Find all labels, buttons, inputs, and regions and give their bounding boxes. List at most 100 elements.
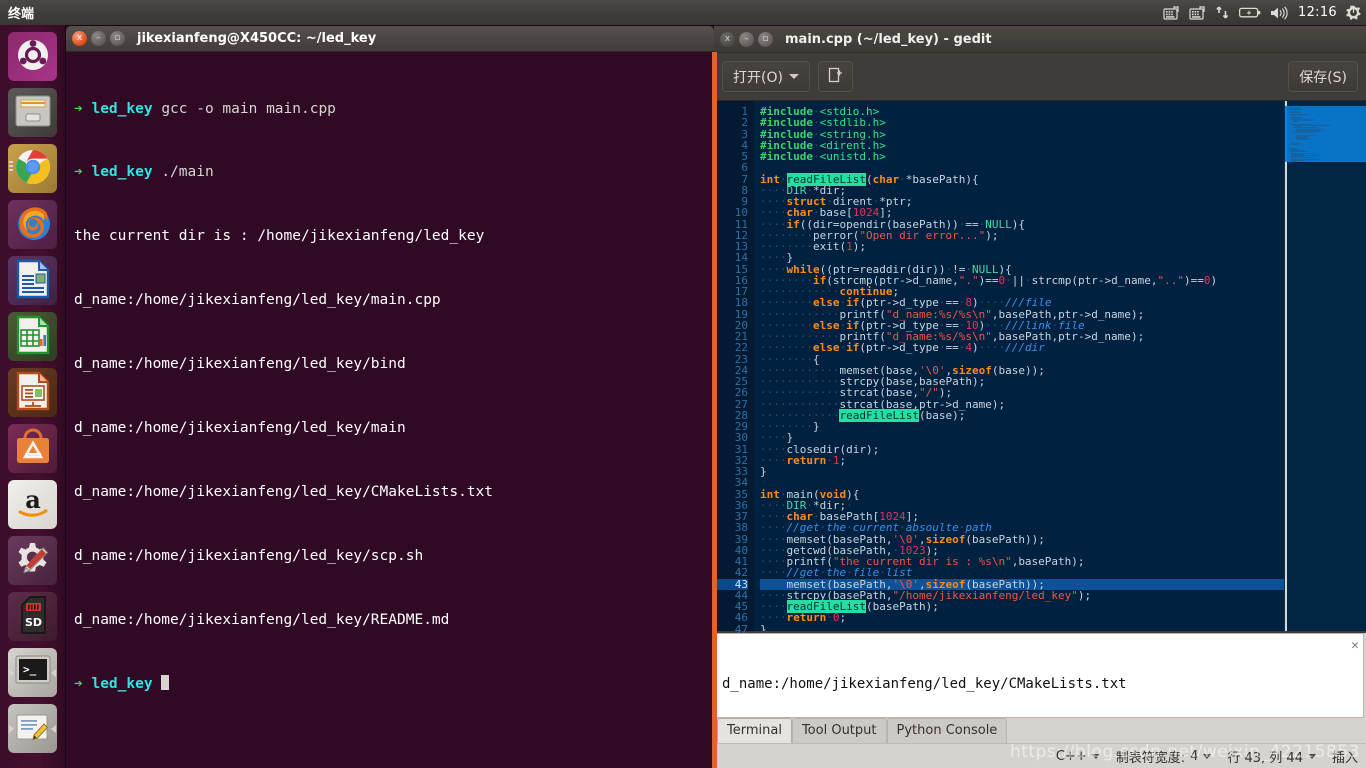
launcher-item-files[interactable] <box>8 88 57 137</box>
panel-app-title[interactable]: 终端 <box>8 3 34 22</box>
new-tab-button[interactable] <box>817 61 853 92</box>
minimap-line <box>1293 132 1316 134</box>
save-button[interactable]: 保存(S) <box>1288 61 1358 92</box>
launcher-item-amazon[interactable]: a <box>8 480 57 529</box>
panel-clock[interactable]: 12:16 <box>1298 5 1337 20</box>
close-icon[interactable]: x <box>72 31 87 46</box>
battery-icon[interactable] <box>1239 6 1261 19</box>
launcher-item-libreoffice-calc[interactable] <box>8 312 57 361</box>
code-line: ····return·1; <box>760 453 847 467</box>
code-line: ····readFileList(basePath); <box>760 600 939 613</box>
save-button-label: 保存(S) <box>1299 69 1347 86</box>
gedit-editor-area[interactable]: 1 2 3 4 5 6 7 8 9 10 11 12 13 14 15 16 17 18 19 20 21 22 23 24 2… <box>714 101 1366 635</box>
terminal-line: d_name:/home/jikexianfeng/led_key/main <box>74 420 406 437</box>
network-icon[interactable] <box>1215 5 1230 20</box>
terminal-icon: >_ <box>14 654 52 692</box>
tab-width-selector[interactable]: 制表符宽度: 4 <box>1116 747 1212 766</box>
running-indicator-pips <box>9 161 13 173</box>
files-icon <box>13 93 53 133</box>
prompt-arrow-icon: ➔ <box>74 675 83 692</box>
maximize-icon[interactable]: ▫ <box>758 31 773 47</box>
gedit-statusbar: C++ 制表符宽度: 4 行 43, 列 44 插入 <box>714 743 1366 768</box>
gear-power-icon[interactable] <box>1346 5 1362 21</box>
system-settings-icon <box>14 540 52 582</box>
line-number: 18 <box>734 296 748 310</box>
open-button[interactable]: 打开(O) <box>722 61 810 92</box>
line-number: 14 <box>734 251 748 265</box>
launcher-item-libreoffice-writer[interactable] <box>8 256 57 305</box>
terminal-output-area[interactable]: ➔ led_key gcc -o main main.cpp ➔ led_key… <box>66 52 714 768</box>
chrome-icon <box>13 147 53 191</box>
maximize-icon[interactable]: ▫ <box>110 31 125 46</box>
line-number: 22 <box>734 341 748 355</box>
insert-mode-indicator: 插入 <box>1331 750 1358 766</box>
launcher-focus-arrow-left <box>9 725 14 733</box>
gedit-window[interactable]: x – ▫ main.cpp (~/led_key) - gedit 打开(O)… <box>712 26 1366 768</box>
line-number: 6 <box>741 161 748 175</box>
code-line: ············readFileList(base); <box>760 408 966 422</box>
code-line: int·readFileList(char·*basePath){ <box>760 172 979 186</box>
launcher-item-sd-card[interactable]: SD <box>8 592 57 641</box>
language-selector[interactable]: C++ <box>1056 749 1100 764</box>
launcher-item-firefox[interactable] <box>8 200 57 249</box>
cursor-position-label: 行 43, 列 44 <box>1227 750 1303 766</box>
launcher-focus-arrow-right <box>51 725 56 733</box>
launcher-item-chrome[interactable] <box>8 144 57 193</box>
close-icon[interactable]: x <box>720 31 735 47</box>
code-line: ····closedir(dir); <box>760 442 880 456</box>
open-button-label: 打开(O) <box>733 69 783 86</box>
terminal-line: d_name:/home/jikexianfeng/led_key/README… <box>74 611 450 628</box>
gedit-bottom-panel: d_name:/home/jikexianfeng/led_key/CMakeL… <box>714 633 1366 768</box>
language-label: C++ <box>1055 748 1087 764</box>
line-number: 46 <box>734 611 748 625</box>
ubuntu-dash-icon <box>13 35 53 79</box>
launcher-item-ubuntu-software[interactable] <box>8 424 57 473</box>
top-panel: 终端 12:16 <box>0 0 1366 25</box>
prompt-arrow-icon: ➔ <box>74 100 83 117</box>
terminal-line: ➔ led_key gcc -o main main.cpp <box>74 99 708 120</box>
line-number: 38 <box>734 521 748 535</box>
launcher-item-terminal[interactable]: >_ <box>8 648 57 697</box>
libreoffice-writer-icon <box>15 259 51 303</box>
code-line: } <box>760 622 767 631</box>
code-editor[interactable]: #include·<stdio.h> #include·<stdlib.h> #in… <box>754 101 1366 631</box>
line-number: 2 <box>741 116 748 130</box>
minimap-scrollbar[interactable] <box>1285 101 1287 631</box>
code-minimap[interactable] <box>1284 101 1366 631</box>
launcher-focus-arrow-left <box>9 669 14 677</box>
close-icon[interactable]: ✕ <box>1351 636 1359 655</box>
minimize-icon[interactable]: – <box>91 31 106 46</box>
gedit-titlebar[interactable]: x – ▫ main.cpp (~/led_key) - gedit <box>714 26 1366 53</box>
launcher-item-libreoffice-impress[interactable] <box>8 368 57 417</box>
keyboard-icon[interactable] <box>1189 5 1206 20</box>
launcher-item-text-editor[interactable] <box>8 704 57 753</box>
terminal-panel-output[interactable]: d_name:/home/jikexianfeng/led_key/CMakeL… <box>716 633 1364 718</box>
tab-tool-output[interactable]: Tool Output <box>791 718 887 743</box>
minimize-icon[interactable]: – <box>739 31 754 47</box>
terminal-line: d_name:/home/jikexianfeng/led_key/main.c… <box>74 292 441 309</box>
prompt-dir: led_key <box>91 100 153 117</box>
launcher-item-ubuntu-dash[interactable] <box>8 32 57 81</box>
minimap-line <box>1293 133 1294 135</box>
terminal-window[interactable]: x – ▫ jikexianfeng@X450CC: ~/led_key ➔ l… <box>66 26 714 768</box>
keyboard-icon[interactable] <box>1163 5 1180 20</box>
chevron-down-icon <box>1203 753 1212 759</box>
terminal-titlebar[interactable]: x – ▫ jikexianfeng@X450CC: ~/led_key <box>66 26 714 52</box>
line-number: 34 <box>734 476 748 490</box>
text-editor-icon <box>14 711 52 747</box>
code-line: ········else·if(ptr->d_type·==·4)····///… <box>760 341 1045 355</box>
svg-text:>_: >_ <box>23 663 37 676</box>
volume-icon[interactable] <box>1270 5 1289 20</box>
tab-python-console[interactable]: Python Console <box>886 718 1008 743</box>
new-document-icon <box>828 67 843 87</box>
tab-terminal[interactable]: Terminal <box>717 718 792 743</box>
prompt-arrow-icon: ➔ <box>74 164 83 181</box>
gedit-title: main.cpp (~/led_key) - gedit <box>785 31 992 47</box>
ubuntu-software-icon <box>14 428 52 470</box>
chevron-down-icon[interactable] <box>1307 753 1316 759</box>
cursor-position: 行 43, 列 44 <box>1227 747 1316 766</box>
launcher-item-system-settings[interactable] <box>8 536 57 585</box>
tab-width-value: 4 <box>1190 748 1199 764</box>
svg-text:a: a <box>25 486 41 514</box>
